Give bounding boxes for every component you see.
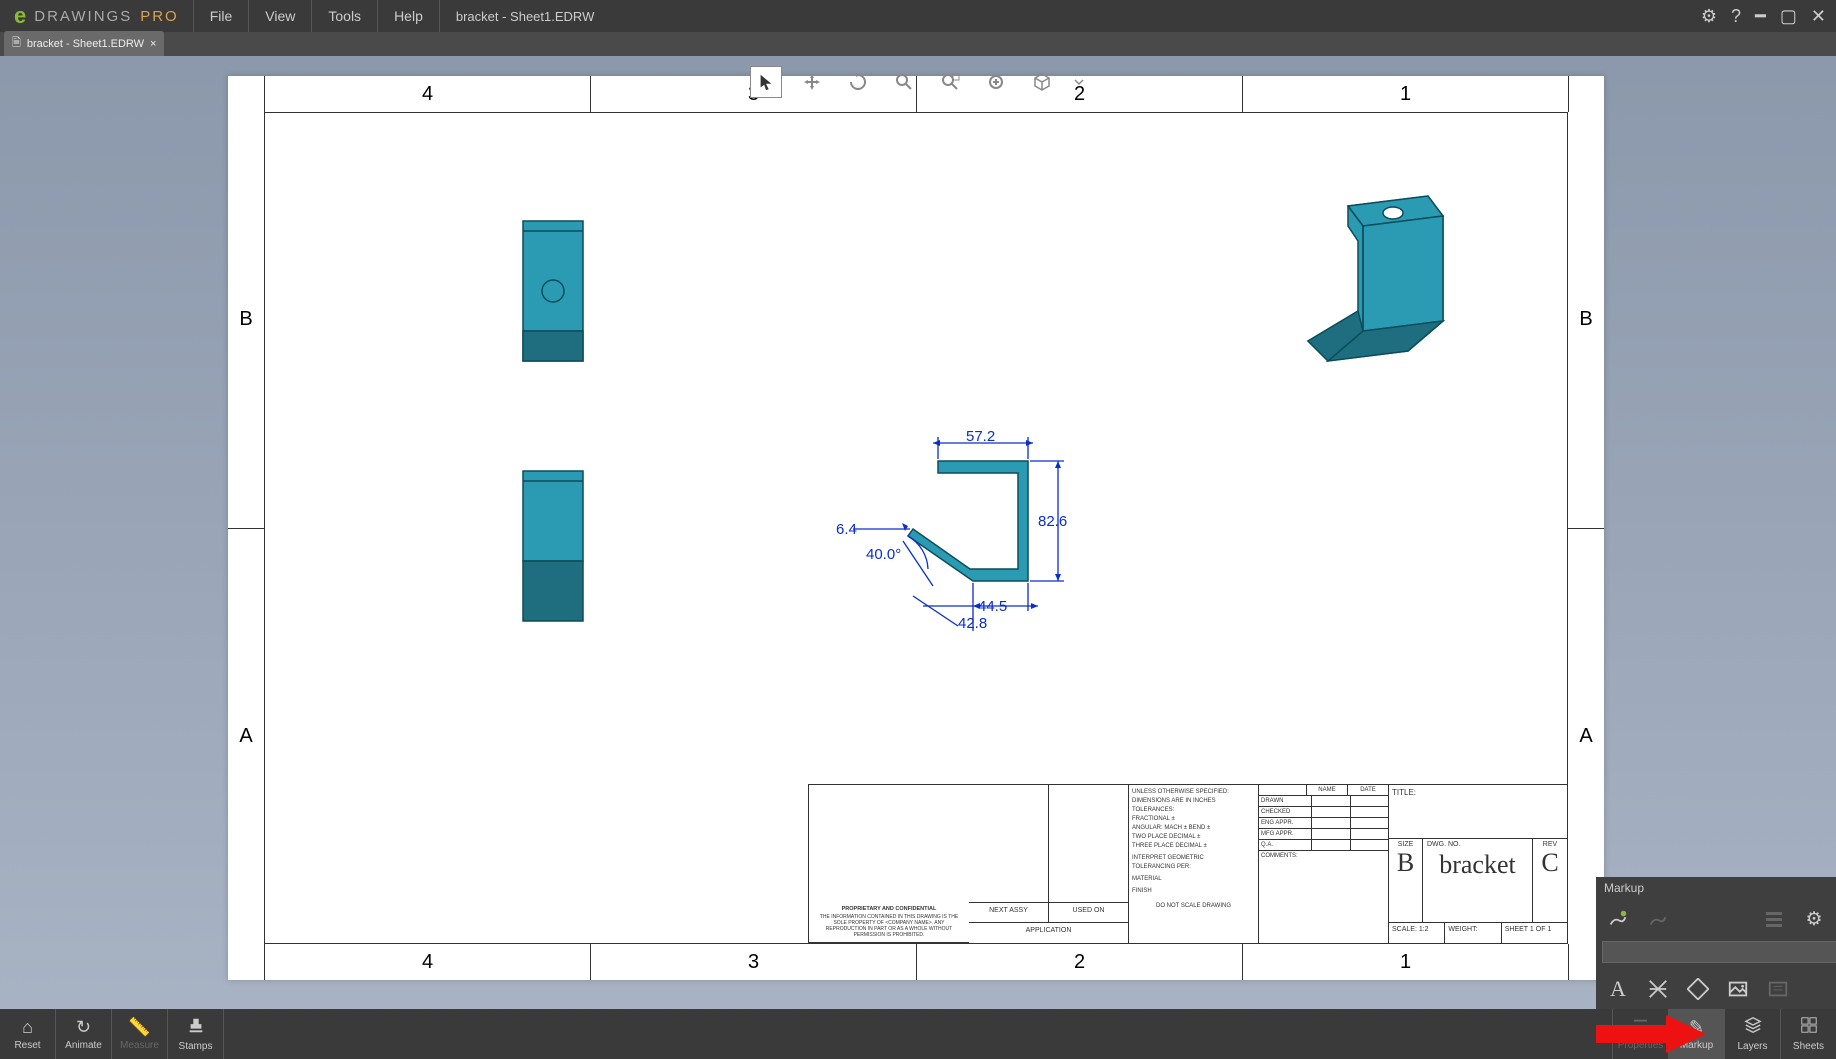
tb-application: APPLICATION: [969, 923, 1128, 943]
tb-scale: SCALE: 1:2: [1389, 923, 1445, 943]
menu-file[interactable]: File: [194, 0, 250, 32]
maximize-icon[interactable]: ▢: [1780, 6, 1797, 27]
dim-57-2: 57.2: [966, 431, 995, 445]
menubar: e DRAWINGS PRO File View Tools Help brac…: [0, 0, 1836, 32]
tb-donotscale: DO NOT SCALE DRAWING: [1132, 902, 1255, 911]
dim-44-5: 44.5: [978, 598, 1007, 615]
close-icon[interactable]: ✕: [1811, 6, 1826, 27]
tb-used-on: USED ON: [1049, 903, 1128, 922]
pan-tool[interactable]: [796, 66, 828, 98]
tb-rev: C: [1541, 848, 1558, 878]
tb-proprietary: PROPRIETARY AND CONFIDENTIAL: [813, 906, 965, 912]
bottom-bar: ⌂ Reset ↻ Animate 📏 Measure Stamps ☰ Pro…: [0, 1009, 1836, 1059]
reset-button[interactable]: ⌂ Reset: [0, 1009, 56, 1059]
tb-weight: WEIGHT:: [1445, 923, 1501, 943]
zoom-fit-tool[interactable]: [980, 66, 1012, 98]
zoom-tool[interactable]: [888, 66, 920, 98]
ruler-col-1: 1: [1242, 76, 1568, 112]
stamp-markup-icon[interactable]: [1762, 973, 1794, 1005]
tb-dwg-no: bracket: [1423, 850, 1532, 880]
new-markup-icon[interactable]: [1602, 903, 1634, 935]
bracket-side-view: 57.2 82.6 6.4 40.0° 44.5 42.8: [758, 431, 1138, 691]
bracket-top-view: [518, 216, 588, 366]
view-toolbar: [750, 66, 1086, 98]
markup-search-input[interactable]: [1602, 941, 1836, 963]
dim-82-6: 82.6: [1038, 513, 1067, 530]
rotate-tool[interactable]: [842, 66, 874, 98]
home-icon: ⌂: [22, 1017, 33, 1038]
document-title: bracket - Sheet1.EDRW: [440, 0, 610, 32]
dim-6-4: 6.4: [836, 521, 857, 538]
menu-view[interactable]: View: [249, 0, 312, 32]
logo-e-icon: e: [14, 3, 28, 29]
shape-markup-icon[interactable]: [1682, 973, 1714, 1005]
dim-42-8: 42.8: [958, 615, 987, 632]
text-markup-icon[interactable]: A: [1602, 973, 1634, 1005]
window-controls: ⚙ ? ━ ▢ ✕: [1691, 0, 1836, 32]
tb-title-label: TITLE:: [1389, 785, 1567, 839]
tb-sheet: SHEET 1 OF 1: [1502, 923, 1567, 943]
stamps-button[interactable]: Stamps: [168, 1009, 224, 1059]
logo-text: DRAWINGS: [34, 8, 132, 25]
markup-list-icon[interactable]: [1758, 903, 1790, 935]
image-markup-icon[interactable]: [1722, 973, 1754, 1005]
logo-pro: PRO: [140, 8, 179, 25]
tab-close-icon[interactable]: ×: [150, 38, 156, 50]
view-dropdown-icon[interactable]: [1072, 66, 1086, 98]
dim-40-deg: 40.0°: [866, 546, 901, 563]
tabbar: 🗎 bracket - Sheet1.EDRW ×: [0, 32, 1836, 56]
canvas[interactable]: 4 3 2 1 4 3 2 1 B A B A: [0, 56, 1836, 1009]
tb-size: B: [1397, 848, 1414, 878]
minimize-icon[interactable]: ━: [1755, 6, 1766, 27]
markup-panel-title: Markup: [1596, 877, 1836, 899]
markup-panel: Markup ⚙ A: [1596, 877, 1836, 1009]
sheets-button[interactable]: Sheets: [1780, 1009, 1836, 1059]
layers-button[interactable]: Layers: [1724, 1009, 1780, 1059]
settings-icon[interactable]: ⚙: [1701, 6, 1717, 27]
markup-options-icon[interactable]: ⚙: [1798, 903, 1830, 935]
stamp-icon: [187, 1016, 205, 1039]
menu-tools[interactable]: Tools: [312, 0, 378, 32]
tab-label: bracket - Sheet1.EDRW: [27, 38, 144, 50]
layers-icon: [1744, 1016, 1762, 1039]
document-tab[interactable]: 🗎 bracket - Sheet1.EDRW ×: [4, 31, 164, 56]
tab-doc-icon: 🗎: [12, 34, 21, 53]
ruler-row-b: B: [228, 112, 264, 528]
help-icon[interactable]: ?: [1731, 6, 1741, 27]
animate-button[interactable]: ↻ Animate: [56, 1009, 112, 1059]
bracket-front-view: [518, 466, 588, 626]
drawing-sheet[interactable]: 4 3 2 1 4 3 2 1 B A B A: [228, 76, 1604, 980]
3d-view-tool[interactable]: [1026, 66, 1058, 98]
refresh-icon: ↻: [76, 1017, 91, 1038]
title-block: PROPRIETARY AND CONFIDENTIAL THE INFORMA…: [808, 784, 1568, 944]
annotation-arrow: [1596, 1015, 1706, 1053]
zoom-area-tool[interactable]: [934, 66, 966, 98]
measure-button[interactable]: 📏 Measure: [112, 1009, 168, 1059]
ruler-icon: 📏: [128, 1017, 150, 1038]
app-logo: e DRAWINGS PRO: [0, 0, 194, 32]
ruler-bottom: 4 3 2 1: [228, 944, 1604, 980]
dimension-markup-icon[interactable]: [1642, 973, 1674, 1005]
select-tool[interactable]: [750, 66, 782, 98]
sheets-icon: [1800, 1016, 1818, 1039]
ruler-row-a: A: [228, 528, 264, 945]
tb-next-assy: NEXT ASSY: [969, 903, 1049, 922]
menu-help[interactable]: Help: [378, 0, 440, 32]
ruler-col-4: 4: [264, 76, 590, 112]
reply-markup-icon[interactable]: [1642, 903, 1674, 935]
bracket-iso-view: [1288, 191, 1468, 401]
